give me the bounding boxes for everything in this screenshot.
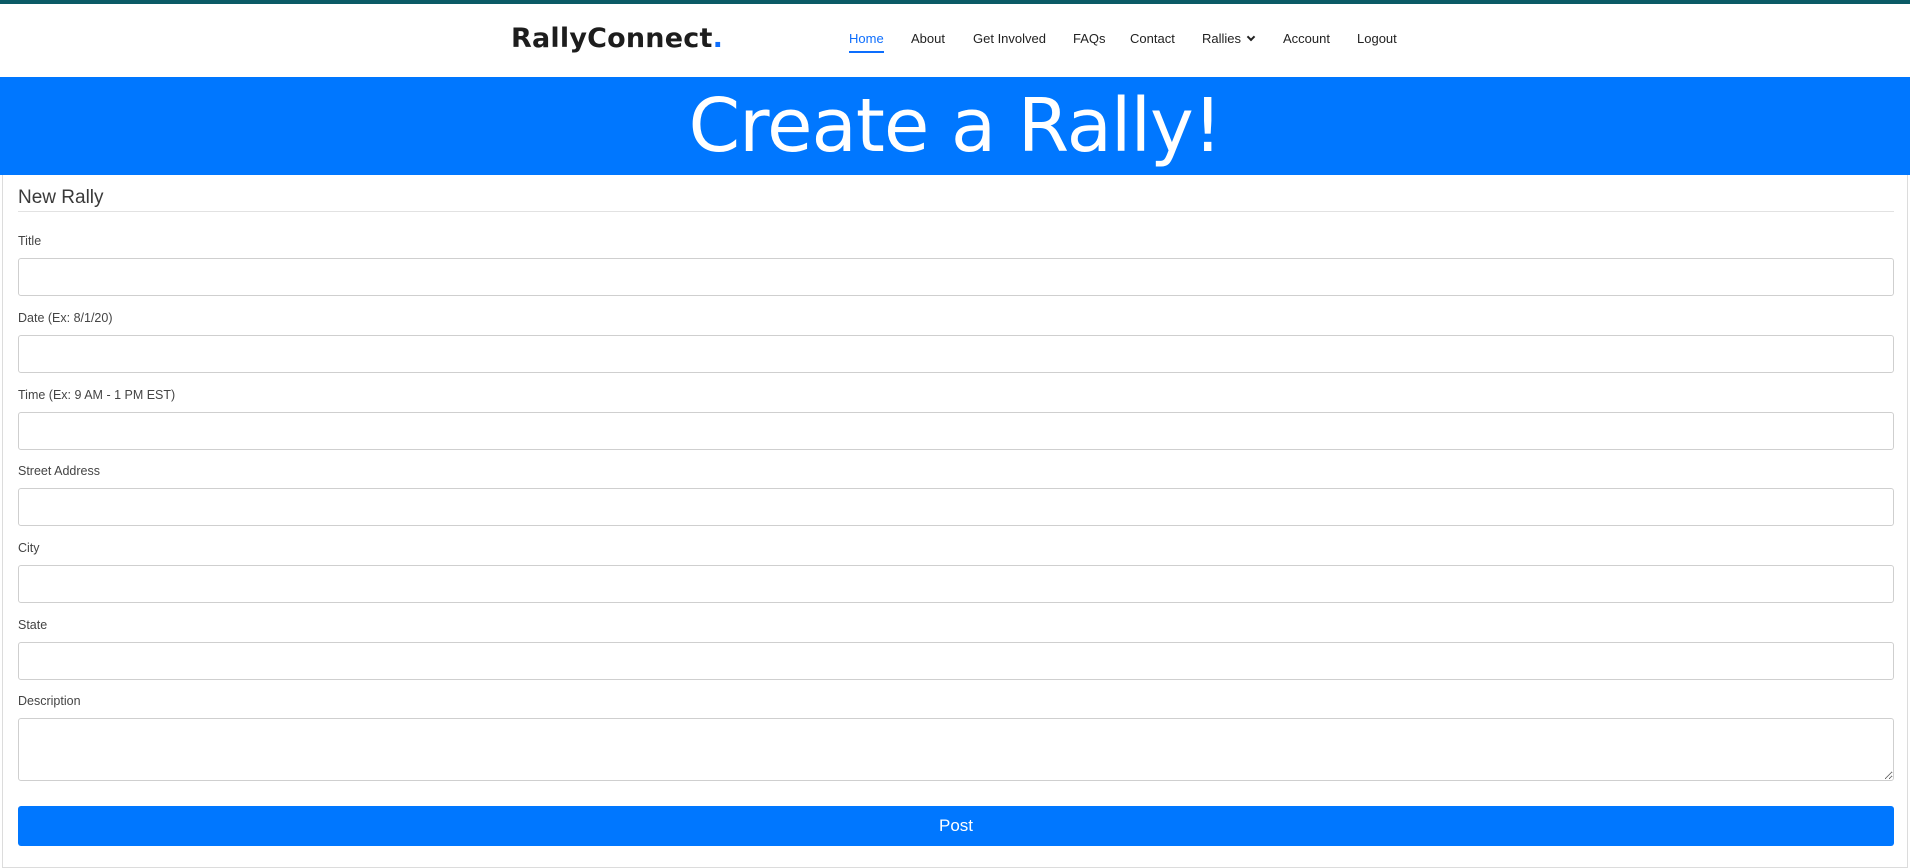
city-label: City: [18, 541, 40, 555]
nav-account[interactable]: Account: [1283, 31, 1330, 46]
page-title: Create a Rally!: [688, 83, 1223, 169]
brand-logo[interactable]: RallyConnect.: [511, 23, 723, 54]
nav-get-involved[interactable]: Get Involved: [973, 31, 1046, 46]
nav-faqs[interactable]: FAQs: [1073, 31, 1106, 46]
state-label: State: [18, 618, 48, 632]
title-label: Title: [18, 234, 42, 248]
title-input[interactable]: [18, 258, 1894, 296]
post-button[interactable]: Post: [18, 806, 1894, 846]
hero-banner: Create a Rally!: [0, 77, 1910, 175]
description-textarea[interactable]: [18, 718, 1894, 781]
nav-rallies-label: Rallies: [1202, 31, 1242, 46]
form-heading-divider: [18, 211, 1894, 212]
street-address-label: Street Address: [18, 464, 100, 478]
time-input[interactable]: [18, 412, 1894, 450]
time-label: Time (Ex: 9 AM - 1 PM EST): [18, 388, 176, 402]
nav-contact[interactable]: Contact: [1130, 31, 1175, 46]
date-label: Date (Ex: 8/1/20): [18, 311, 113, 325]
street-address-input[interactable]: [18, 488, 1894, 526]
chevron-down-icon: [1246, 32, 1256, 42]
brand-dot: .: [712, 23, 724, 54]
state-input[interactable]: [18, 642, 1894, 680]
brand-name: RallyConnect: [511, 23, 713, 54]
city-input[interactable]: [18, 565, 1894, 603]
nav-about[interactable]: About: [911, 31, 945, 46]
new-rally-form: New Rally Title Date (Ex: 8/1/20) Time (…: [2, 175, 1908, 868]
date-input[interactable]: [18, 335, 1894, 373]
navbar: RallyConnect. Home About Get Involved FA…: [0, 4, 1910, 77]
nav-rallies[interactable]: Rallies: [1202, 31, 1256, 46]
description-label: Description: [18, 694, 81, 708]
form-heading: New Rally: [18, 187, 104, 208]
nav-home[interactable]: Home: [849, 31, 884, 53]
nav-logout[interactable]: Logout: [1357, 31, 1397, 46]
